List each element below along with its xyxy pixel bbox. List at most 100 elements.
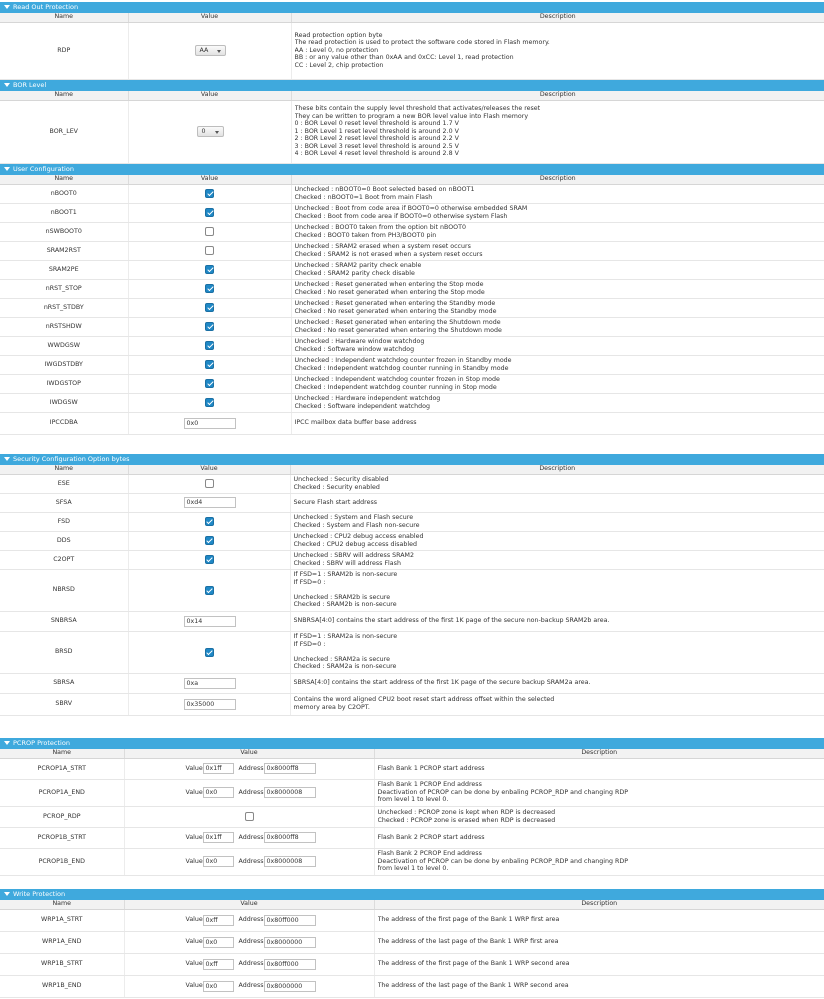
collapse-triangle-icon[interactable] [4, 457, 10, 461]
pcrop1b-end-value-input[interactable]: 0x0 [202, 856, 234, 867]
pcrop1a-end-value-input[interactable]: 0x0 [202, 787, 234, 798]
collapse-triangle-icon[interactable] [4, 83, 10, 87]
fsd-checkbox[interactable] [204, 517, 214, 526]
wrp1a-end-address-input[interactable]: 0x8000000 [263, 936, 316, 948]
section-header-user-configuration[interactable]: User Configuration [0, 164, 824, 175]
wrp1b-end-value-input[interactable]: 0x0 [202, 980, 234, 992]
section-header-security-configuration[interactable]: Security Configuration Option bytes [0, 454, 824, 465]
wrp1a-strt-address-input[interactable]: 0x80ff000 [263, 914, 316, 926]
snbrsa-input[interactable]: 0x14 [183, 615, 236, 627]
sbrsa-input[interactable]: 0xa [183, 677, 236, 689]
description-line: Deactivation of PCROP can be done by enb… [377, 788, 629, 796]
description-line: If FSD=0 : [293, 578, 326, 586]
chevron-down-icon [214, 131, 219, 134]
description-line: Checked : No reset generated when enteri… [294, 307, 497, 315]
pcrop1a-strt-value-input[interactable]: 0x1ff [202, 763, 234, 774]
wwdgsw-checkbox[interactable] [205, 341, 214, 350]
rdp-select[interactable]: AA [194, 45, 226, 56]
section-header-bor-level[interactable]: BOR Level [0, 80, 824, 91]
ipccdba-input[interactable]: 0x0 [183, 417, 236, 429]
c2opt-checkbox[interactable] [204, 555, 214, 564]
table-row: nBOOT1 Unchecked : Boot from code area i… [0, 203, 824, 223]
address-label: Address [238, 788, 264, 796]
row-name: nBOOT0 [0, 184, 129, 204]
nrstshdw-checkbox[interactable] [205, 322, 214, 331]
column-header-description: Description [374, 900, 824, 910]
selected-value: AA [199, 47, 209, 54]
wrp1b-end-address-input[interactable]: 0x8000000 [263, 980, 316, 992]
section-title: Write Protection [13, 890, 66, 898]
column-header-description: Description [291, 175, 824, 185]
ese-checkbox[interactable] [204, 479, 214, 488]
table-row: FSD Unchecked : System and Flash secure C… [0, 512, 824, 532]
row-name: IWDGSW [0, 393, 129, 413]
iwgdstdby-checkbox[interactable] [205, 360, 214, 369]
pcrop1b-end-address-input[interactable]: 0x8000008 [263, 856, 316, 867]
bor-level-select[interactable]: 0 [196, 126, 224, 137]
nrst-stdby-checkbox[interactable] [205, 303, 214, 312]
pcrop1b-strt-value-input[interactable]: 0x1ff [202, 832, 234, 843]
row-name: PCROP1A_END [0, 779, 125, 807]
row-name: BRSD [0, 631, 129, 674]
brsd-checkbox[interactable] [204, 647, 214, 657]
sram2rst-checkbox[interactable] [205, 246, 214, 255]
description-line: Unchecked : nBOOT0=0 Boot selected based… [294, 185, 475, 193]
dds-checkbox[interactable] [204, 536, 214, 545]
description-line: Checked : BOOT0 taken from PH3/BOOT0 pin [294, 231, 437, 239]
wrp1b-strt-value-input[interactable]: 0xff [202, 958, 234, 970]
table-header-row: Name Value Description [0, 900, 824, 910]
nrst-stop-checkbox[interactable] [205, 284, 214, 293]
collapse-triangle-icon[interactable] [4, 5, 10, 9]
pcrop1a-strt-address-input[interactable]: 0x8000ff8 [263, 763, 316, 774]
table-row: PCROP_RDP Unchecked : PCROP zone is kept… [0, 806, 824, 828]
section-header-pcrop-protection[interactable]: PCROP Protection [0, 738, 824, 749]
table-row: nSWBOOT0 Unchecked : BOOT0 taken from th… [0, 222, 824, 242]
address-label: Address [238, 764, 264, 772]
collapse-triangle-icon[interactable] [4, 741, 10, 745]
table-row: SRAM2PE Unchecked : SRAM2 parity check e… [0, 260, 824, 280]
section-title: Security Configuration Option bytes [13, 455, 130, 463]
description-line: CC : Level 2, chip protection [294, 61, 384, 69]
description-line: These bits contain the supply level thre… [294, 104, 541, 112]
table-row: WRP1B_END Value 0x0 Address 0x8000000 Th… [0, 975, 824, 998]
row-name: BOR_LEV [0, 100, 129, 164]
table-row: nBOOT0 Unchecked : nBOOT0=0 Boot selecte… [0, 184, 824, 204]
sfsa-input[interactable]: 0xd4 [183, 497, 236, 508]
nboot1-checkbox[interactable] [205, 208, 214, 217]
description-line: Checked : CPU2 debug access disabled [293, 540, 418, 548]
nboot0-checkbox[interactable] [205, 189, 214, 198]
table-row: SBRV 0x35000 Contains the word aligned C… [0, 693, 824, 716]
row-name: IWGDSTDBY [0, 355, 129, 375]
description-line: 2 : BOR Level 2 reset level threshold is… [294, 135, 459, 143]
table-row: IWDGSW Unchecked : Hardware independent … [0, 393, 824, 413]
pcrop1a-end-address-input[interactable]: 0x8000008 [263, 787, 316, 798]
sbrv-input[interactable]: 0x35000 [183, 698, 236, 710]
column-header-description: Description [290, 465, 824, 475]
table-row: SBRSA 0xa SBRSA[4:0] contains the start … [0, 673, 824, 694]
row-name: nSWBOOT0 [0, 222, 129, 242]
section-read-out-protection: Read Out Protection Name Value Descripti… [0, 2, 824, 80]
wrp1a-strt-value-input[interactable]: 0xff [202, 914, 234, 926]
description-line: Unchecked : System and Flash secure [293, 513, 414, 521]
pcrop-rdp-checkbox[interactable] [244, 812, 254, 821]
table-row: IPCCDBA 0x0 IPCC mailbox data buffer bas… [0, 412, 824, 435]
description-line: Unchecked : SRAM2 parity check enable [294, 261, 422, 269]
nbrsd-checkbox[interactable] [204, 585, 214, 595]
sram2pe-checkbox[interactable] [205, 265, 214, 274]
collapse-triangle-icon[interactable] [4, 892, 10, 896]
address-label: Address [238, 982, 264, 989]
row-name: nRSTSHDW [0, 317, 129, 337]
section-header-write-protection[interactable]: Write Protection [0, 889, 824, 900]
wrp1b-strt-address-input[interactable]: 0x80ff000 [263, 958, 316, 970]
nswboot0-checkbox[interactable] [205, 227, 214, 236]
iwdgstop-checkbox[interactable] [205, 379, 214, 388]
table-row: SNBRSA 0x14 SNBRSA[4:0] contains the sta… [0, 611, 824, 632]
collapse-triangle-icon[interactable] [4, 167, 10, 171]
section-header-read-out-protection[interactable]: Read Out Protection [0, 2, 824, 13]
iwdgsw-checkbox[interactable] [205, 398, 214, 407]
table-row: BRSD If FSD=1 : SRAM2a is non-secure If … [0, 631, 824, 674]
section-bor-level: BOR Level Name Value Description BOR_LEV… [0, 80, 824, 164]
description-line: Unchecked : Reset generated when enterin… [294, 299, 496, 307]
wrp1a-end-value-input[interactable]: 0x0 [202, 936, 234, 948]
pcrop1b-strt-address-input[interactable]: 0x8000ff8 [263, 832, 316, 843]
